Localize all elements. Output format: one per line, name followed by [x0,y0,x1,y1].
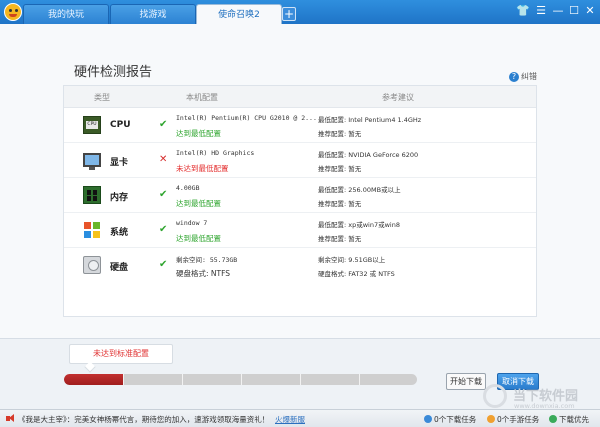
page-title: 硬件检测报告 [74,65,153,80]
watermark-logo-icon [483,384,507,408]
column-suggested-config: 参考建议 [382,93,414,102]
status-bar: 《我是大主宰》：完美女神杨幂代言，期待您的加入，速游戏领取海量资礼！ 火爆新服 … [0,409,600,427]
table-header: 类型 本机配置 参考建议 [64,86,536,108]
min-config: 最低配置: Intel Pentium4 1.4GHz [318,116,422,124]
tab-find-games[interactable]: 找游戏 [110,4,196,24]
verdict: 达到最低配置 [176,199,221,208]
local-spec: 剩余空间: 55.73GB [176,256,238,264]
local-spec: window 7 [176,219,208,227]
min-config: 最低配置: xp或win7或win8 [318,221,400,229]
row-label: 内存 [110,193,129,203]
column-local-config: 本机配置 [186,93,218,102]
progress-divider [300,374,301,385]
correction-link[interactable]: 纠错 [521,71,537,82]
download-tasks[interactable]: 0个下载任务 [434,414,476,425]
row-label: CPU [110,120,131,130]
local-spec: 4.00GB [176,184,200,192]
add-tab-button[interactable]: + [282,7,296,21]
table-row-disk: 硬盘 ✔ 剩余空间: 55.73GB 硬盘格式: NTFS 剩余空间: 9.51… [64,248,536,283]
progress-divider [359,374,360,385]
hot-server-link[interactable]: 火爆新服 [275,414,305,425]
windows-icon [83,221,101,239]
table-row-cpu: CPU ✔ Intel(R) Pentium(R) CPU G2010 @ 2.… [64,108,536,143]
disk-format: 硬盘格式: NTFS [176,269,231,278]
mobile-icon [487,415,495,423]
local-spec: Intel(R) Pentium(R) CPU G2010 @ 2... [176,114,317,122]
table-row-memory: 内存 ✔ 4.00GB 达到最低配置 最低配置: 256.00MB或以上 推荐配… [64,178,536,213]
progress-fill [64,374,124,385]
cpu-icon [83,116,101,134]
priority-icon [549,415,557,423]
watermark: 当下软件园 www.downxia.com [483,382,595,412]
table-row-system: 系统 ✔ window 7 达到最低配置 最低配置: xp或win7或win8 … [64,213,536,248]
row-label: 显卡 [110,158,129,168]
app-logo-icon [4,3,22,21]
skin-icon[interactable]: 👕 [515,3,531,19]
mobile-tasks[interactable]: 0个手游任务 [497,414,539,425]
row-label: 硬盘 [110,263,129,273]
cross-icon: ✕ [159,154,168,165]
recommended-config: 硬盘格式: FAT32 或 NTFS [318,270,395,278]
recommended-config: 推荐配置: 暂无 [318,165,362,173]
progress-divider [182,374,183,385]
recommended-config: 推荐配置: 暂无 [318,130,362,138]
table-row-graphics: 显卡 ✕ Intel(R) HD Graphics 未达到最低配置 最低配置: … [64,143,536,178]
check-icon: ✔ [159,189,168,200]
download-icon [424,415,432,423]
close-button[interactable]: ✕ [582,3,598,19]
tab-my-games[interactable]: 我的快玩 [23,4,109,24]
recommended-config: 推荐配置: 暂无 [318,200,362,208]
compatibility-progress-bar [64,374,417,385]
recommended-config: 推荐配置: 暂无 [318,235,362,243]
local-spec: Intel(R) HD Graphics [176,149,255,157]
column-type: 类型 [94,93,110,102]
minimize-button[interactable]: — [550,3,566,19]
row-label: 系统 [110,228,129,238]
disk-icon [83,256,101,274]
news-ticker[interactable]: 《我是大主宰》：完美女神杨幂代言，期待您的加入，速游戏领取海量资礼！ [18,414,269,425]
check-icon: ✔ [159,119,168,130]
menu-icon[interactable]: ☰ [533,3,549,19]
progress-divider [123,374,124,385]
verdict: 达到最低配置 [176,234,221,243]
memory-icon [83,186,101,204]
help-icon[interactable]: ? [509,72,519,82]
verdict: 达到最低配置 [176,129,221,138]
title-bar: 我的快玩 找游戏 使命召唤2 + 👕 ☰ — ☐ ✕ [0,0,600,24]
verdict: 未达到最低配置 [176,164,229,173]
speaker-icon [5,413,16,424]
hardware-table: 类型 本机配置 参考建议 CPU ✔ Intel(R) Pentium(R) C… [63,85,537,317]
tab-call-of-duty-2[interactable]: 使命召唤2 [196,4,282,24]
report-area: 硬件检测报告 ? 纠错 类型 本机配置 参考建议 CPU ✔ Intel(R) … [0,24,600,338]
min-config: 剩余空间: 9.51GB以上 [318,256,386,264]
monitor-icon [83,153,101,170]
start-download-button[interactable]: 开始下载 [446,373,486,390]
check-icon: ✔ [159,224,168,235]
maximize-button[interactable]: ☐ [566,3,582,19]
status-tooltip: 未达到标准配置 [69,344,173,364]
min-config: 最低配置: 256.00MB或以上 [318,186,401,194]
min-config: 最低配置: NVIDIA GeForce 6200 [318,151,419,159]
download-priority[interactable]: 下载优先 [559,414,589,425]
progress-divider [241,374,242,385]
check-icon: ✔ [159,259,168,270]
